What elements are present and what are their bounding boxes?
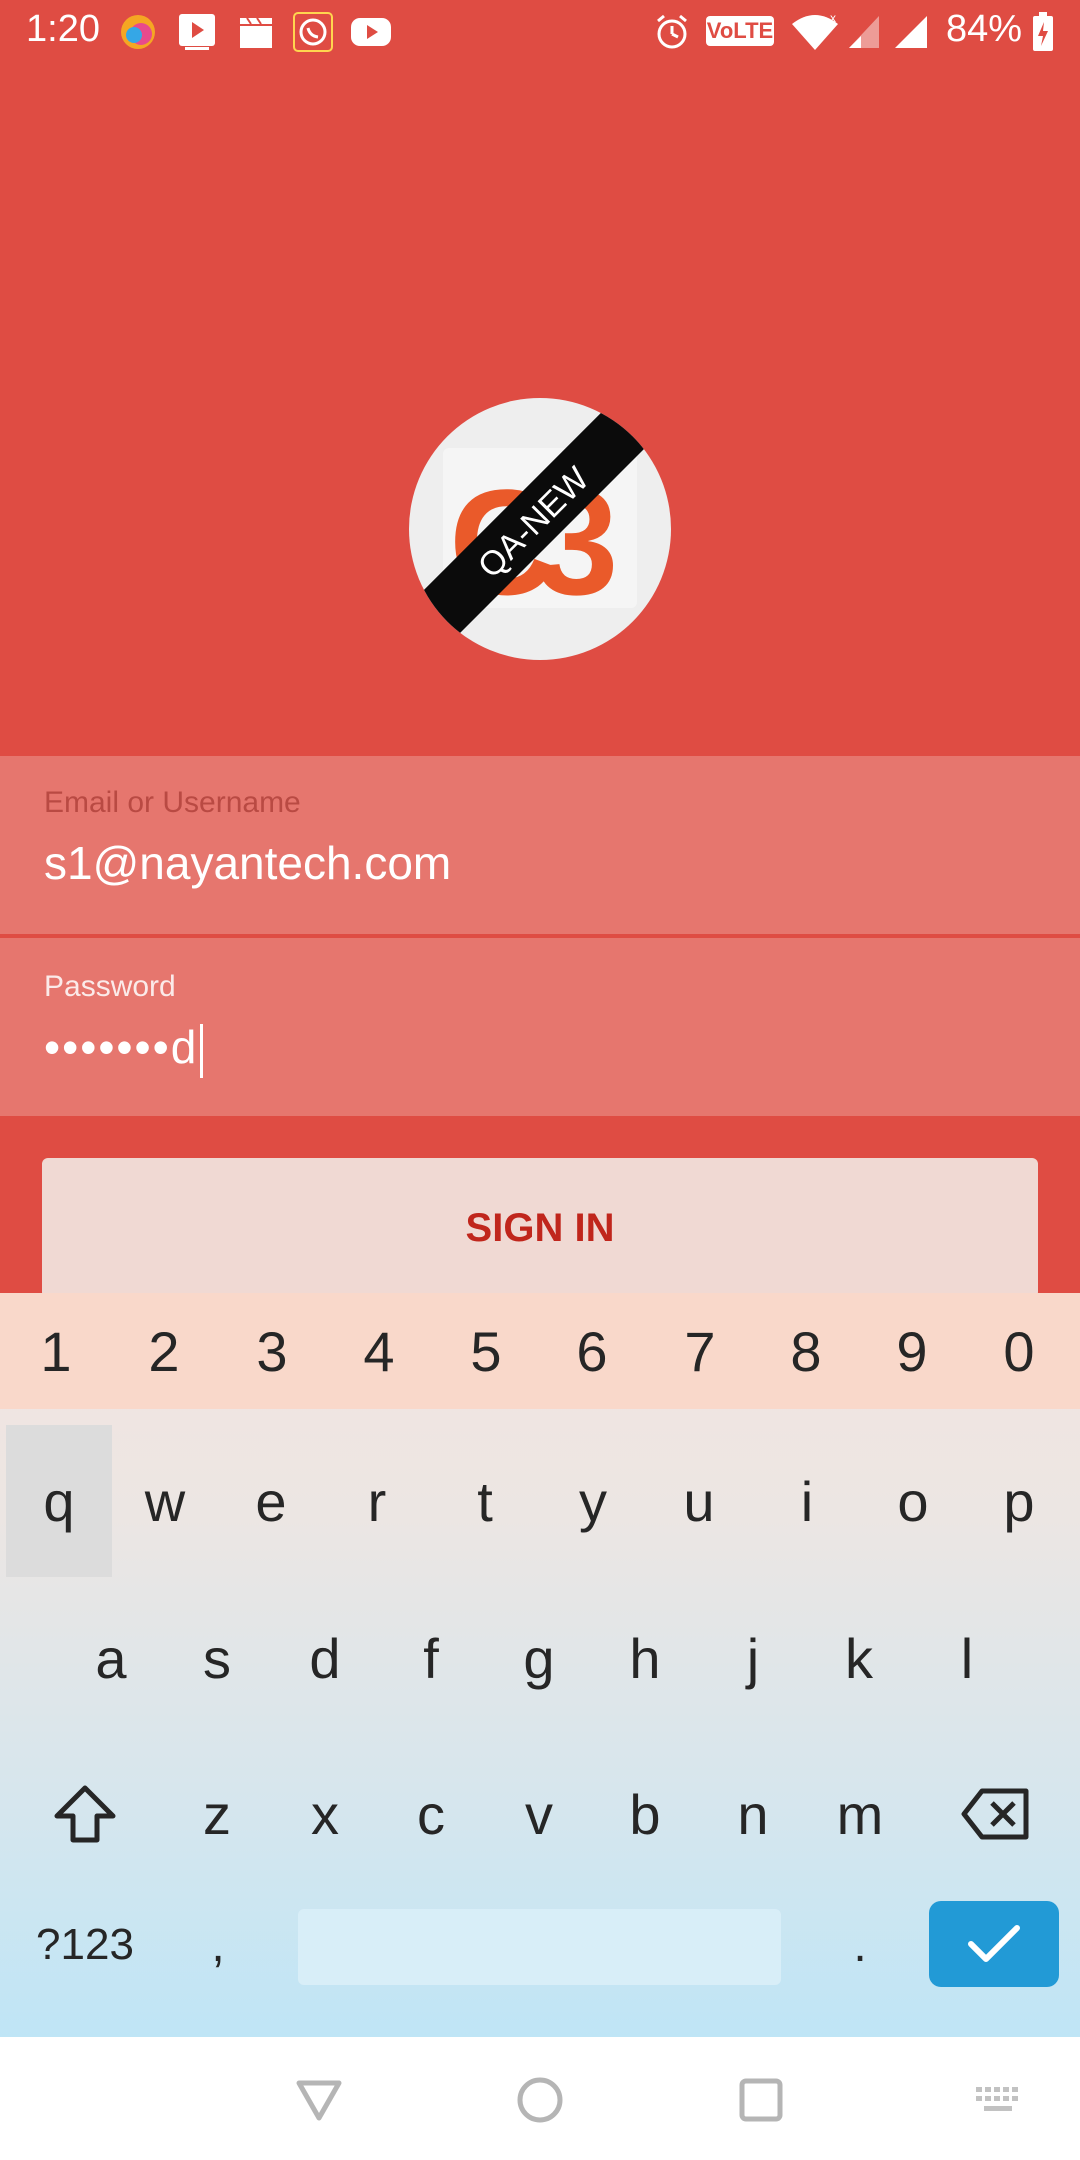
signal-icon [892,12,930,52]
enter-key[interactable] [929,1901,1059,1987]
navigation-bar [0,2037,1080,2160]
battery-percent: 84% [946,8,1023,50]
wifi-icon: x [790,12,840,52]
checkmark-icon [968,1925,1020,1962]
key-h[interactable]: h [592,1583,698,1733]
back-button[interactable] [284,2065,354,2135]
email-label: Email or Username [44,786,301,819]
app-logo: C 3 S QA-NEW [409,398,671,660]
key-q[interactable]: q [6,1425,112,1577]
key-d[interactable]: d [272,1583,378,1733]
key-c[interactable]: c [378,1739,484,1889]
key-v[interactable]: v [486,1739,592,1889]
key-s[interactable]: s [164,1583,270,1733]
whatsapp-icon [292,12,334,52]
home-button[interactable] [505,2065,575,2135]
key-y[interactable]: y [540,1425,646,1577]
clapper-icon [236,12,276,52]
keyboard-icon [976,2087,1018,2111]
backspace-key[interactable] [930,1739,1060,1889]
sign-in-button[interactable]: SIGN IN [42,1158,1038,1298]
battery-charging-icon [1030,12,1056,52]
space-bar[interactable] [298,1909,781,1985]
key-j[interactable]: j [700,1583,806,1733]
email-field[interactable]: Email or Username s1@nayantech.com [0,756,1080,934]
key-t[interactable]: t [432,1425,538,1577]
comma-key[interactable]: , [168,1897,268,1993]
key-k[interactable]: k [806,1583,912,1733]
key-0[interactable]: 0 [967,1297,1071,1405]
signal-weak-icon [846,12,882,52]
recents-square-icon [739,2078,783,2122]
key-i[interactable]: i [754,1425,860,1577]
password-value-row: •••••••d [44,1020,204,1078]
text-cursor [200,1023,204,1078]
shift-icon [54,1785,116,1843]
key-7[interactable]: 7 [648,1297,752,1405]
password-value: •••••••d [44,1021,199,1073]
backspace-icon [961,1788,1029,1840]
keyboard-switch-button[interactable] [964,2065,1034,2135]
key-f[interactable]: f [378,1583,484,1733]
key-1[interactable]: 1 [4,1297,108,1405]
key-l[interactable]: l [914,1583,1020,1733]
key-n[interactable]: n [700,1739,806,1889]
key-5[interactable]: 5 [434,1297,538,1405]
key-x[interactable]: x [272,1739,378,1889]
key-4[interactable]: 4 [327,1297,431,1405]
key-w[interactable]: w [112,1425,218,1577]
key-a[interactable]: a [58,1583,164,1733]
key-u[interactable]: u [646,1425,752,1577]
symbols-key[interactable]: ?123 [10,1897,160,1993]
key-r[interactable]: r [324,1425,430,1577]
home-circle-icon [517,2077,563,2123]
status-time: 1:20 [26,8,100,50]
alarm-icon [652,12,692,52]
key-m[interactable]: m [806,1739,914,1889]
password-label: Password [44,970,176,1003]
key-3[interactable]: 3 [220,1297,324,1405]
youtube-icon [350,12,392,52]
key-z[interactable]: z [164,1739,270,1889]
svg-text:x: x [830,12,836,25]
status-bar: 1:20 VoLTE x 84% [0,0,1080,66]
tv-app-icon [176,12,218,52]
soft-keyboard: 1 2 3 4 5 6 7 8 9 0 q w e r t y u i o p … [0,1293,1080,2037]
key-b[interactable]: b [592,1739,698,1889]
volte-badge: VoLTE [706,16,774,46]
key-e[interactable]: e [218,1425,324,1577]
key-p[interactable]: p [966,1425,1072,1577]
key-2[interactable]: 2 [112,1297,216,1405]
key-8[interactable]: 8 [754,1297,858,1405]
email-value: s1@nayantech.com [44,837,452,889]
key-g[interactable]: g [486,1583,592,1733]
key-9[interactable]: 9 [860,1297,964,1405]
key-o[interactable]: o [860,1425,966,1577]
shift-key[interactable] [20,1739,150,1889]
recents-button[interactable] [726,2065,796,2135]
back-triangle-icon [296,2080,342,2121]
browser-app-icon [118,12,158,52]
key-6[interactable]: 6 [540,1297,644,1405]
password-field[interactable]: Password •••••••d [0,938,1080,1116]
period-key[interactable]: . [810,1897,910,1993]
